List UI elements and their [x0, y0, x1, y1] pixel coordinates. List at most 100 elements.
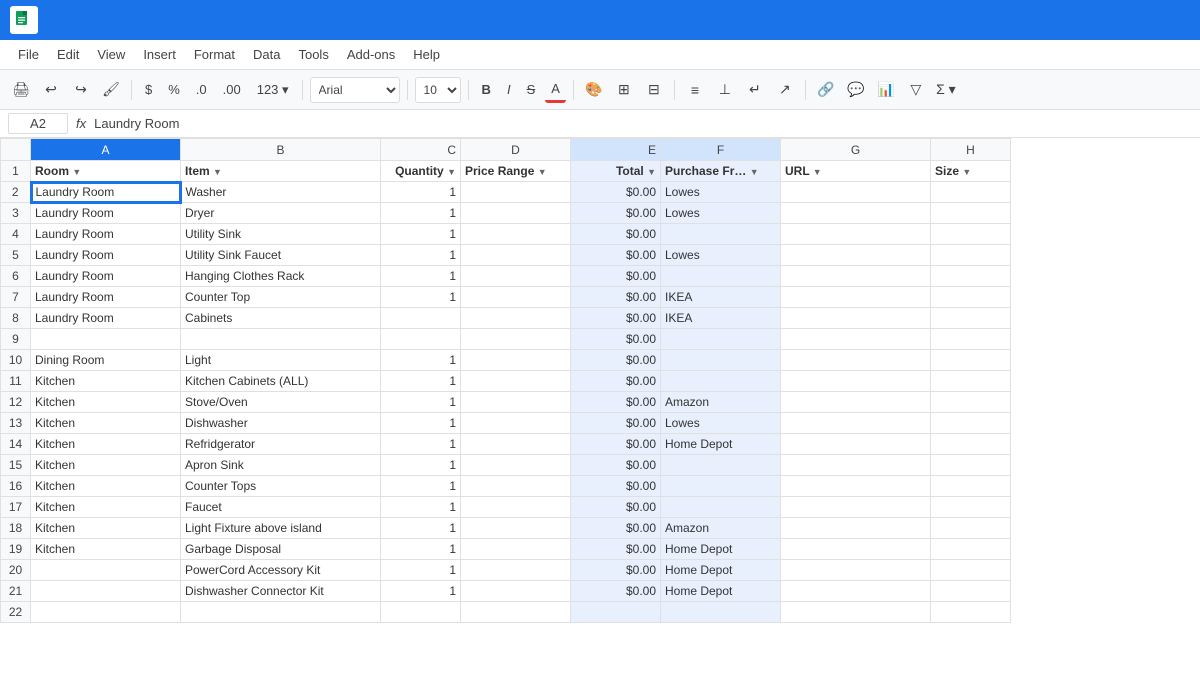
menu-tools[interactable]: Tools — [290, 43, 336, 66]
cell-C5[interactable]: 1 — [381, 245, 461, 266]
percent-button[interactable]: % — [162, 77, 186, 103]
col-header-B[interactable]: B — [181, 139, 381, 161]
cell-A20[interactable] — [31, 560, 181, 581]
cell-D8[interactable] — [461, 308, 571, 329]
cell-F11[interactable] — [661, 371, 781, 392]
cell-C2[interactable]: 1 — [381, 182, 461, 203]
cell-E5[interactable]: $0.00 — [571, 245, 661, 266]
cell-C8[interactable] — [381, 308, 461, 329]
cell-D2[interactable] — [461, 182, 571, 203]
cell-C6[interactable]: 1 — [381, 266, 461, 287]
cell-H10[interactable] — [931, 350, 1011, 371]
cell-H9[interactable] — [931, 329, 1011, 350]
cell-A12[interactable]: Kitchen — [31, 392, 181, 413]
cell-B4[interactable]: Utility Sink — [181, 224, 381, 245]
cell-E11[interactable]: $0.00 — [571, 371, 661, 392]
cell-D3[interactable] — [461, 203, 571, 224]
cell-D7[interactable] — [461, 287, 571, 308]
cell-F14[interactable]: Home Depot — [661, 434, 781, 455]
cell-H6[interactable] — [931, 266, 1011, 287]
col-header-E[interactable]: E — [571, 139, 661, 161]
cell-A4[interactable]: Laundry Room — [31, 224, 181, 245]
cell-D22[interactable] — [461, 602, 571, 623]
bold-button[interactable]: B — [476, 77, 497, 103]
cell-A8[interactable]: Laundry Room — [31, 308, 181, 329]
cell-G7[interactable] — [781, 287, 931, 308]
formula-input[interactable] — [94, 116, 1192, 131]
menu-edit[interactable]: Edit — [49, 43, 87, 66]
cell-D1[interactable]: Price Range ▼ — [461, 161, 571, 182]
cell-E12[interactable]: $0.00 — [571, 392, 661, 413]
cell-B11[interactable]: Kitchen Cabinets (ALL) — [181, 371, 381, 392]
cell-B8[interactable]: Cabinets — [181, 308, 381, 329]
cell-D20[interactable] — [461, 560, 571, 581]
sheet-container[interactable]: A B C D E F G H 1Room ▼Item ▼Quantity ▼P… — [0, 138, 1200, 673]
cell-F19[interactable]: Home Depot — [661, 539, 781, 560]
cell-G1[interactable]: URL ▼ — [781, 161, 931, 182]
menu-view[interactable]: View — [89, 43, 133, 66]
cell-F8[interactable]: IKEA — [661, 308, 781, 329]
cell-G6[interactable] — [781, 266, 931, 287]
cell-H22[interactable] — [931, 602, 1011, 623]
cell-B10[interactable]: Light — [181, 350, 381, 371]
cell-H5[interactable] — [931, 245, 1011, 266]
cell-C1[interactable]: Quantity ▼ — [381, 161, 461, 182]
cell-F1[interactable]: Purchase Fr… ▼ — [661, 161, 781, 182]
cell-B14[interactable]: Refridgerator — [181, 434, 381, 455]
cell-G22[interactable] — [781, 602, 931, 623]
cell-D21[interactable] — [461, 581, 571, 602]
cell-E18[interactable]: $0.00 — [571, 518, 661, 539]
cell-F10[interactable] — [661, 350, 781, 371]
cell-D4[interactable] — [461, 224, 571, 245]
menu-insert[interactable]: Insert — [135, 43, 184, 66]
col-header-A[interactable]: A — [31, 139, 181, 161]
cell-H1[interactable]: Size ▼ — [931, 161, 1011, 182]
cell-H2[interactable] — [931, 182, 1011, 203]
cell-D14[interactable] — [461, 434, 571, 455]
cell-F17[interactable] — [661, 497, 781, 518]
cell-F20[interactable]: Home Depot — [661, 560, 781, 581]
cell-B2[interactable]: Washer — [181, 182, 381, 203]
cell-B16[interactable]: Counter Tops — [181, 476, 381, 497]
link-button[interactable]: 🔗 — [813, 77, 839, 103]
redo-button[interactable]: ↪ — [68, 77, 94, 103]
cell-G2[interactable] — [781, 182, 931, 203]
cell-E17[interactable]: $0.00 — [571, 497, 661, 518]
cell-B12[interactable]: Stove/Oven — [181, 392, 381, 413]
cell-D19[interactable] — [461, 539, 571, 560]
cell-B19[interactable]: Garbage Disposal — [181, 539, 381, 560]
cell-A3[interactable]: Laundry Room — [31, 203, 181, 224]
col-header-H[interactable]: H — [931, 139, 1011, 161]
cell-F3[interactable]: Lowes — [661, 203, 781, 224]
cell-A16[interactable]: Kitchen — [31, 476, 181, 497]
cell-H19[interactable] — [931, 539, 1011, 560]
cell-G17[interactable] — [781, 497, 931, 518]
cell-E14[interactable]: $0.00 — [571, 434, 661, 455]
cell-D13[interactable] — [461, 413, 571, 434]
cell-F18[interactable]: Amazon — [661, 518, 781, 539]
more-formats-button[interactable]: 123 ▾ — [251, 77, 295, 103]
cell-G19[interactable] — [781, 539, 931, 560]
cell-E1[interactable]: Total ▼ — [571, 161, 661, 182]
cell-C15[interactable]: 1 — [381, 455, 461, 476]
cell-A19[interactable]: Kitchen — [31, 539, 181, 560]
cell-G14[interactable] — [781, 434, 931, 455]
cell-E13[interactable]: $0.00 — [571, 413, 661, 434]
cell-C12[interactable]: 1 — [381, 392, 461, 413]
cell-E10[interactable]: $0.00 — [571, 350, 661, 371]
cell-C20[interactable]: 1 — [381, 560, 461, 581]
cell-A1[interactable]: Room ▼ — [31, 161, 181, 182]
cell-G8[interactable] — [781, 308, 931, 329]
cell-A17[interactable]: Kitchen — [31, 497, 181, 518]
cell-F6[interactable] — [661, 266, 781, 287]
cell-G12[interactable] — [781, 392, 931, 413]
menu-data[interactable]: Data — [245, 43, 288, 66]
cell-C16[interactable]: 1 — [381, 476, 461, 497]
cell-H11[interactable] — [931, 371, 1011, 392]
cell-G13[interactable] — [781, 413, 931, 434]
cell-B21[interactable]: Dishwasher Connector Kit — [181, 581, 381, 602]
cell-G21[interactable] — [781, 581, 931, 602]
cell-E19[interactable]: $0.00 — [571, 539, 661, 560]
cell-B6[interactable]: Hanging Clothes Rack — [181, 266, 381, 287]
cell-E21[interactable]: $0.00 — [571, 581, 661, 602]
